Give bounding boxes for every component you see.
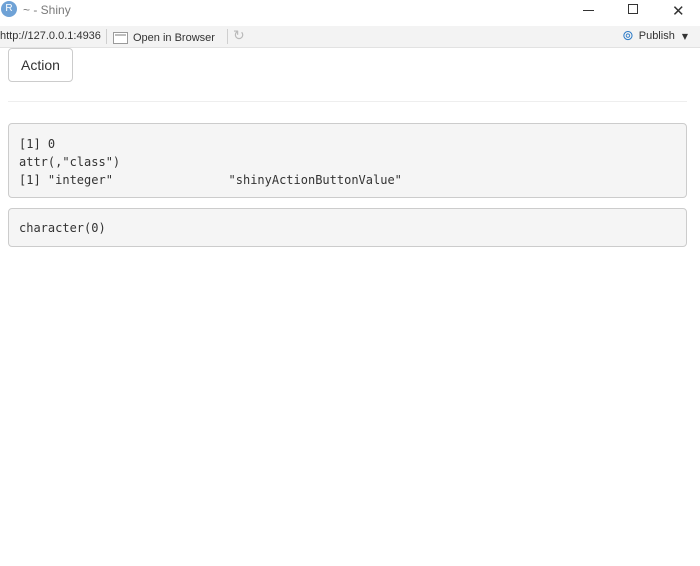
publish-icon: ⊚ [622,28,634,44]
title-bar: R ~ - Shiny ✕ [0,0,700,24]
verbatim-output-class: character(0) [8,208,687,247]
action-button[interactable]: Action [8,48,73,82]
maximize-button[interactable] [610,0,656,22]
close-icon: ✕ [672,2,685,20]
open-in-browser-button[interactable]: Open in Browser [113,29,215,46]
maximize-icon [628,4,638,14]
close-button[interactable]: ✕ [655,0,700,22]
publish-label: Publish [638,30,675,42]
open-in-browser-label: Open in Browser [133,31,215,44]
viewer-toolbar: http://127.0.0.1:4936 Open in Browser ↻ … [0,26,700,48]
publish-button[interactable]: ⊚ Publish ▼ [622,29,688,43]
refresh-icon[interactable]: ↻ [233,28,245,44]
minimize-button[interactable] [565,0,611,22]
chevron-down-icon[interactable]: ▼ [682,32,688,41]
browser-window-icon [113,31,128,44]
r-logo-icon: R [1,1,17,17]
toolbar-divider [227,29,228,44]
verbatim-output-value: [1] 0 attr(,"class") [1] "integer" "shin… [8,123,687,198]
minimize-icon [583,10,594,11]
url-label: http://127.0.0.1:4936 [0,30,101,42]
window-title: ~ - Shiny [23,3,71,17]
horizontal-rule [8,101,687,102]
toolbar-divider [106,29,107,44]
